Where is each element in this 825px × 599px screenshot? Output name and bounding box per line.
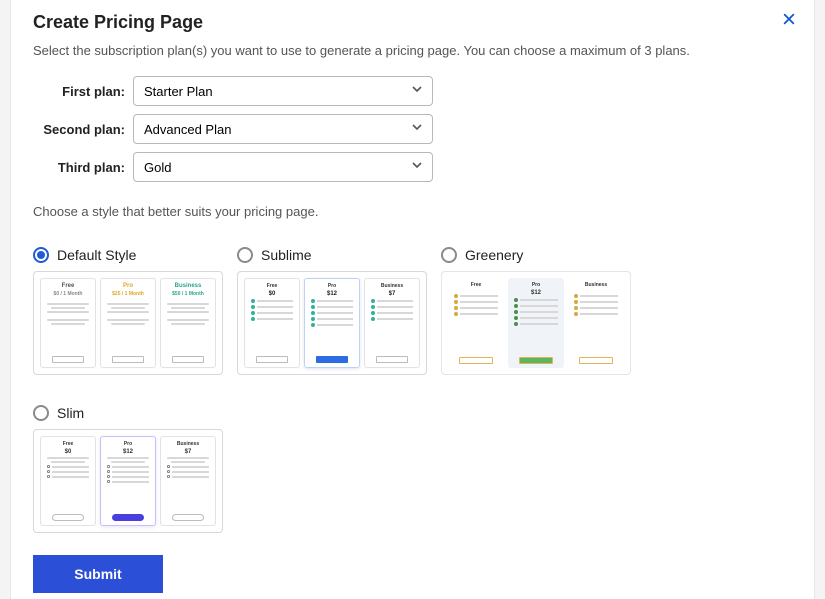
radio-greenery[interactable] — [441, 247, 457, 263]
style-option-greenery[interactable]: Greenery Free Pro $12 — [441, 247, 633, 375]
thumb-tier-free: Free — [471, 282, 482, 288]
first-plan-select[interactable]: Starter Plan — [133, 76, 433, 106]
radio-label-slim: Slim — [57, 405, 84, 421]
style-option-default[interactable]: Default Style Free $0 / 1 Month Pro $25 … — [33, 247, 225, 375]
thumb-tier-business: Business — [381, 283, 403, 289]
second-plan-label: Second plan: — [33, 122, 133, 137]
thumb-sublime: Free $0 Pro $12 — [237, 271, 427, 375]
thumb-price: $0 — [269, 291, 276, 297]
style-options-grid: Default Style Free $0 / 1 Month Pro $25 … — [33, 247, 792, 533]
thumb-price: $0 / 1 Month — [54, 291, 83, 297]
second-plan-select[interactable]: Advanced Plan — [133, 114, 433, 144]
radio-sublime[interactable] — [237, 247, 253, 263]
create-pricing-modal: Create Pricing Page Select the subscript… — [10, 0, 815, 599]
thumb-default: Free $0 / 1 Month Pro $25 / 1 Month — [33, 271, 223, 375]
thumb-tier-free: Free — [63, 441, 74, 447]
thumb-price: $12 — [327, 291, 337, 297]
thumb-greenery: Free Pro $12 — [441, 271, 631, 375]
third-plan-label: Third plan: — [33, 160, 133, 175]
thumb-price: $0 — [65, 449, 72, 455]
thumb-tier-business: Business — [177, 441, 199, 447]
thumb-tier-business: Business — [585, 282, 607, 288]
thumb-tier-pro: Pro — [124, 441, 132, 447]
thumb-tier-pro: Pro — [328, 283, 336, 289]
style-instruction: Choose a style that better suits your pr… — [33, 204, 792, 219]
style-option-slim[interactable]: Slim Free $0 Pro $12 — [33, 405, 225, 533]
third-plan-select[interactable]: Gold — [133, 152, 433, 182]
submit-button[interactable]: Submit — [33, 555, 163, 593]
thumb-tier-free: Free — [62, 283, 75, 289]
modal-title: Create Pricing Page — [33, 12, 792, 33]
plan-selectors: First plan: Starter Plan Second plan: Ad… — [33, 76, 792, 182]
thumb-tier-business: Business — [175, 283, 202, 289]
thumb-price: $50 / 1 Month — [172, 291, 204, 297]
thumb-price: $7 — [185, 449, 192, 455]
thumb-price: $12 — [531, 290, 541, 296]
radio-label-default: Default Style — [57, 247, 136, 263]
style-option-sublime[interactable]: Sublime Free $0 Pro $12 — [237, 247, 429, 375]
thumb-price: $12 — [123, 449, 133, 455]
first-plan-label: First plan: — [33, 84, 133, 99]
close-icon[interactable] — [782, 10, 796, 31]
radio-label-greenery: Greenery — [465, 247, 523, 263]
thumb-price: $25 / 1 Month — [112, 291, 144, 297]
thumb-slim: Free $0 Pro $12 — [33, 429, 223, 533]
thumb-tier-free: Free — [267, 283, 278, 289]
radio-default[interactable] — [33, 247, 49, 263]
radio-slim[interactable] — [33, 405, 49, 421]
thumb-tier-pro: Pro — [123, 283, 133, 289]
modal-subtitle: Select the subscription plan(s) you want… — [33, 43, 792, 58]
radio-label-sublime: Sublime — [261, 247, 312, 263]
thumb-tier-pro: Pro — [532, 282, 540, 288]
thumb-price: $7 — [389, 291, 396, 297]
